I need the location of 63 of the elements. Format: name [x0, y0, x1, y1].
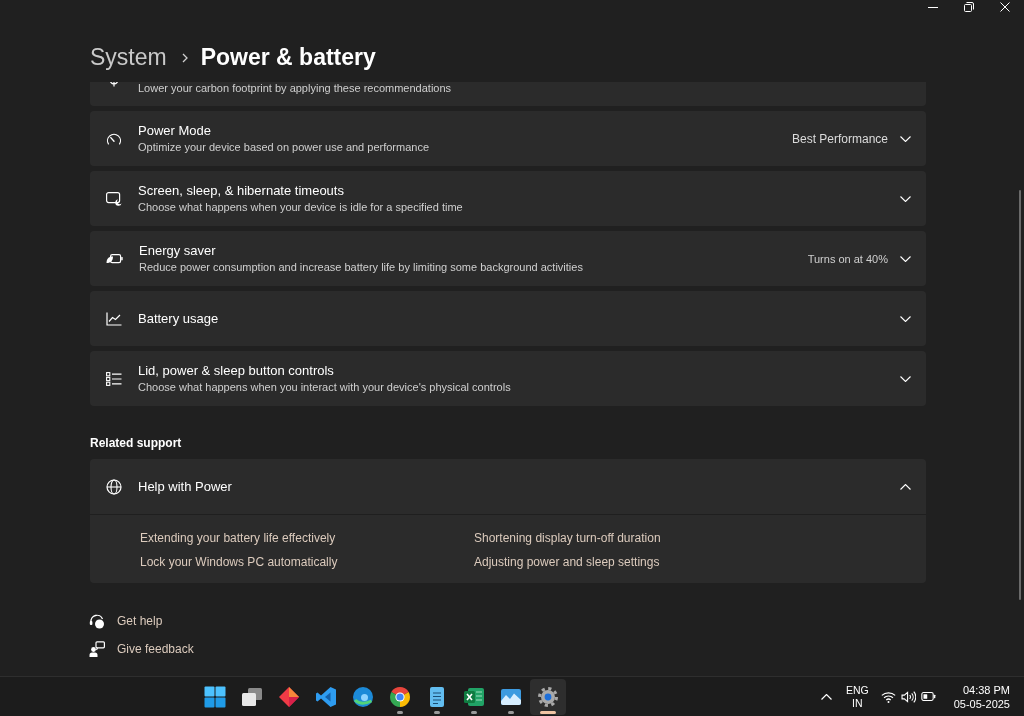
battery-icon[interactable]	[920, 692, 936, 701]
chevron-right-icon	[181, 53, 188, 63]
line-chart-icon	[106, 311, 122, 326]
setting-title: Screen, sleep, & hibernate timeouts	[138, 183, 344, 199]
diamond-icon	[278, 685, 300, 708]
section-heading: Related support	[90, 435, 182, 451]
setting-title: Power Mode	[138, 123, 211, 139]
minimize-icon[interactable]	[928, 6, 938, 8]
setting-title: Battery usage	[138, 310, 219, 327]
setting-card[interactable]: Lid, power & sleep button controls Choose what happens when you interact with your device's physical controls	[90, 351, 926, 406]
wifi-icon[interactable]	[880, 690, 896, 703]
chevron-up-icon[interactable]	[900, 483, 911, 490]
setting-card[interactable]: Lower your carbon footprint by applying these recommendations	[90, 82, 926, 106]
round-browser-icon	[389, 685, 411, 708]
help-link[interactable]: Adjusting power and sleep settings	[474, 554, 660, 570]
page-title: Power & battery	[200, 43, 376, 71]
setting-card[interactable]: Battery usage	[90, 291, 926, 346]
list-icon	[106, 371, 122, 386]
setting-status: Turns on at 40%	[807, 252, 888, 265]
help-link[interactable]: Shortening display turn-off duration	[474, 530, 661, 546]
breadcrumb-parent[interactable]: System	[90, 43, 167, 71]
gauge-icon	[106, 131, 122, 146]
clock-button[interactable]: 04:38 PM 05-05-2025	[953, 682, 1010, 711]
setting-description: Optimize your device based on power use and performance	[138, 141, 430, 154]
scrollbar-thumb[interactable]	[1019, 190, 1021, 600]
setting-card[interactable]: Screen, sleep, & hibernate timeouts Choose what happens when your device is idle for a specified time	[90, 171, 926, 226]
globe-icon	[106, 478, 122, 495]
battery-leaf-icon	[106, 252, 123, 265]
spreadsheet-icon	[463, 685, 485, 708]
setting-title: Energy saver	[139, 243, 216, 259]
chevron-down-icon[interactable]	[900, 135, 911, 142]
help-title: Help with Power	[138, 479, 232, 494]
chevron-down-icon[interactable]	[900, 375, 911, 382]
setting-value[interactable]: Best Performance	[791, 131, 888, 146]
help-link[interactable]: Lock your Windows PC automatically	[140, 554, 338, 570]
swirl-browser-icon	[352, 685, 374, 708]
four-squares-icon	[204, 685, 226, 708]
taskbar-button[interactable]	[530, 678, 566, 715]
chevron-down-icon[interactable]	[900, 315, 911, 322]
setting-title: Lid, power & sleep button controls	[138, 363, 334, 379]
setting-card[interactable]: Energy saver Reduce power consumption and increase battery life by limiting some background activities Turns on at 40%	[90, 231, 926, 286]
footer-link[interactable]: Get help	[117, 614, 163, 628]
help-expander[interactable]: Help with Power	[90, 459, 926, 514]
person-feedback-icon	[89, 641, 105, 657]
setting-card[interactable]: Power Mode Optimize your device based on power use and performance Best Performance	[90, 111, 926, 166]
help-link[interactable]: Extending your battery life effectively	[140, 530, 336, 546]
close-icon[interactable]	[1000, 2, 1010, 12]
setting-description: Reduce power consumption and increase battery life by limiting some background activities	[139, 261, 583, 274]
stacked-windows-icon	[241, 685, 263, 708]
chevron-up-icon[interactable]	[820, 693, 832, 700]
setting-description: Choose what happens when you interact with your device's physical controls	[138, 381, 511, 394]
footer-link[interactable]: Give feedback	[117, 642, 194, 656]
setting-description: Choose what happens when your device is idle for a specified time	[138, 201, 463, 214]
monitor-moon-icon	[106, 191, 122, 206]
restore-icon[interactable]	[964, 2, 974, 12]
chevron-down-icon[interactable]	[900, 255, 911, 262]
speaker-icon[interactable]	[900, 690, 916, 703]
language-button[interactable]: ENG IN	[845, 683, 869, 710]
gear-icon	[537, 685, 559, 708]
help-bubble-icon	[89, 613, 105, 629]
chevron-down-icon[interactable]	[900, 195, 911, 202]
code-ribbon-icon	[315, 685, 337, 708]
setting-description: Lower your carbon footprint by applying these recommendations	[138, 82, 452, 94]
